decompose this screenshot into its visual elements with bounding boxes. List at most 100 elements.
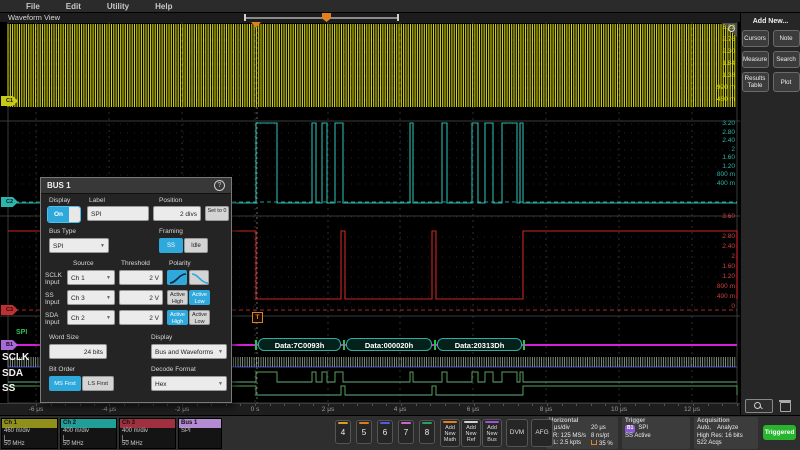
channel-badge-ch-1[interactable]: Ch 1460 m/div50 MHz [1, 418, 58, 449]
bus-decode-box[interactable]: Data:000020h [346, 338, 432, 351]
trigger-position-icon[interactable] [251, 22, 261, 28]
sclk-source-value: Ch 1 [71, 275, 85, 282]
channel-badge-bandwidth: 50 MHz [120, 441, 175, 448]
channel-badge-ch-2[interactable]: Ch 2400 m/div50 MHz [60, 418, 117, 449]
display-slot-button-5[interactable]: 5 [356, 420, 372, 444]
time-axis-tick [36, 404, 37, 406]
channel-badge-bus-1[interactable]: Bus 1SPI [178, 418, 222, 449]
falling-edge-icon [190, 271, 210, 286]
trigger-panel[interactable]: Trigger B1SPI SS Active [622, 417, 690, 449]
time-axis-tick [313, 404, 314, 406]
time-axis-label: 2 μs [314, 406, 342, 413]
falling-edge-button[interactable] [189, 270, 209, 285]
scale-label-ch1: 3.22 [722, 24, 735, 32]
horizontal-resolution: 8 ns/pt [591, 433, 609, 441]
sidebar-button-measure[interactable]: Measure [742, 51, 769, 68]
bus-frame-separator-icon [255, 340, 257, 350]
time-axis-tick [386, 404, 387, 406]
chevron-down-icon: ▼ [100, 239, 105, 254]
sidebar-button-note[interactable]: Note [773, 30, 800, 47]
ss-active-high-button[interactable]: Active High [167, 290, 188, 305]
trigger-type: SPI [638, 425, 648, 433]
display-slot-button-6[interactable]: 6 [377, 420, 393, 444]
menu-help[interactable]: Help [155, 2, 172, 11]
sda-source-dropdown[interactable]: Ch 2▼ [67, 310, 115, 325]
set-to-zero-button[interactable]: Set to 0 [205, 206, 229, 221]
dvm-button[interactable]: DVM [506, 419, 528, 447]
sclk-threshold-input[interactable]: 2 V [119, 270, 163, 285]
digital-label-ss: SS [2, 383, 15, 394]
menu-file[interactable]: File [26, 2, 40, 11]
sidebar-button-results-table[interactable]: Results Table [742, 72, 769, 92]
scale-label-ch2: 1.60 [722, 154, 735, 162]
time-axis-tick [664, 404, 665, 406]
sidebar-button-cursors[interactable]: Cursors [742, 30, 769, 47]
bit-order-label: Bit Order [49, 366, 75, 373]
time-axis-tick [635, 404, 636, 406]
sda-threshold-input[interactable]: 2 V [119, 310, 163, 325]
scale-label-ch2: 2.80 [722, 129, 735, 137]
time-axis-tick [649, 404, 650, 406]
record-view-bar[interactable] [245, 17, 398, 19]
sda-active-low-button[interactable]: Active Low [189, 310, 210, 325]
bus-decode-box[interactable]: Data:7C0093h [258, 338, 341, 351]
rising-edge-button[interactable] [167, 270, 187, 285]
time-axis-tick [591, 404, 592, 406]
sclk-input-label: SCLK Input [45, 272, 67, 286]
add-new-bus-button[interactable]: Add New Bus [482, 419, 502, 447]
ss-source-value: Ch 3 [71, 295, 85, 302]
trash-button[interactable] [779, 399, 791, 411]
menu-edit[interactable]: Edit [66, 2, 81, 11]
decode-format-dropdown[interactable]: Hex▼ [151, 376, 227, 391]
word-size-label: Word Size [49, 334, 79, 341]
framing-ss-button[interactable]: SS [159, 238, 183, 253]
time-axis-label: -6 μs [22, 406, 50, 413]
ss-input-label: SS Input [45, 292, 67, 306]
ls-first-button[interactable]: LS First [82, 376, 114, 391]
bus1-dialog[interactable]: BUS 1 ? Display Label Position On SPI 2 … [40, 177, 232, 403]
channel-badge-ch-3[interactable]: Ch 3400 m/div50 MHz [119, 418, 176, 449]
chevron-down-icon: ▼ [106, 291, 111, 306]
sda-active-high-button[interactable]: Active High [167, 310, 188, 325]
sidebar-button-search[interactable]: Search [773, 51, 800, 68]
scale-label-ch2: 2 [731, 146, 735, 154]
sidebar-button-plot[interactable]: Plot [773, 72, 800, 92]
display-slot-button-7[interactable]: 7 [398, 420, 414, 444]
decode-format-label: Decode Format [151, 366, 196, 373]
display-slot-button-8[interactable]: 8 [419, 420, 435, 444]
magnifier-handle-icon [759, 406, 763, 410]
ss-threshold-input[interactable]: 2 V [119, 290, 163, 305]
ss-active-low-button[interactable]: Active Low [189, 290, 210, 305]
menu-bar: File Edit Utility Help [0, 0, 800, 13]
horizontal-panel[interactable]: Horizontal 2 μs/div20 μs SR: 125 MS/s8 n… [546, 417, 618, 449]
time-axis-tick [51, 404, 52, 406]
add-new-title: Add New... [741, 18, 800, 25]
sclk-source-dropdown[interactable]: Ch 1▼ [67, 270, 115, 285]
trigger-position-icon [591, 440, 597, 445]
label-input[interactable]: SPI [87, 206, 149, 221]
ms-first-button[interactable]: MS First [49, 376, 81, 391]
acquisition-panel[interactable]: Acquisition Auto,Analyze High Res: 16 bi… [694, 417, 758, 449]
bus1-dialog-header[interactable]: BUS 1 ? [41, 178, 231, 194]
bus-type-dropdown[interactable]: SPI▼ [49, 238, 109, 253]
bus-decode-box[interactable]: Data:20313Dh [437, 338, 522, 351]
afg-button[interactable]: AFG [531, 419, 553, 447]
waveform-view-tab[interactable]: Waveform View [8, 13, 60, 22]
label-label: Label [89, 197, 105, 204]
framing-idle-button[interactable]: Idle [184, 238, 208, 253]
time-axis-tick [576, 404, 577, 406]
add-new-math-button[interactable]: Add New Math [440, 419, 460, 447]
display-toggle[interactable]: On [47, 206, 81, 223]
menu-utility[interactable]: Utility [107, 2, 129, 11]
position-input[interactable]: 2 divs [153, 206, 201, 221]
channel-badge-title: Ch 2 [61, 419, 116, 428]
scale-label-ch1: 2.30 [722, 48, 735, 56]
help-icon[interactable]: ? [214, 180, 225, 191]
display-slot-button-4[interactable]: 4 [335, 420, 351, 444]
scale-label-ch2: 800 m [717, 171, 735, 179]
word-size-input[interactable]: 24 bits [49, 344, 107, 359]
display-mode-dropdown[interactable]: Bus and Waveforms▼ [151, 344, 227, 359]
ss-source-dropdown[interactable]: Ch 3 ▼ [67, 290, 115, 305]
zoom-tool-button[interactable] [745, 399, 773, 413]
add-new-ref-button[interactable]: Add New Ref [461, 419, 481, 447]
